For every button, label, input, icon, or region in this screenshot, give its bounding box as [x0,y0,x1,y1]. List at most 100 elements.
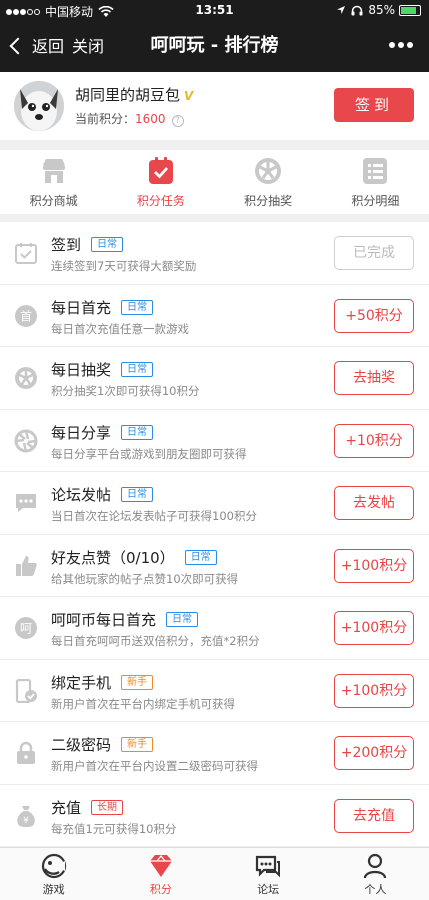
task-badge: 日常 [121,424,154,440]
battery-icon [399,4,421,16]
tab-points-store[interactable]: 积分商城 [0,150,107,214]
task-description: 每日首充呵呵币送双倍积分，充值*2积分 [51,634,260,648]
task-row-forum-post: 论坛发帖 日常 当日首次在论坛发表帖子可获得100积分 去发帖 [0,472,429,535]
task-action-button[interactable]: +200积分 [334,736,414,770]
task-badge: 日常 [184,549,217,565]
vip-badge-icon: V [184,89,194,103]
task-title-text: 签到 [51,236,82,254]
bottom-tab-forum[interactable]: 论坛 [215,848,322,900]
tab-label: 积分抽奖 [244,194,293,208]
points-label: 当前积分： [75,112,136,126]
bottom-tab-label: 论坛 [257,883,280,896]
task-clipboard-icon [148,157,173,184]
task-title: 好友点赞（0/10） 日常 [51,547,217,568]
task-title: 呵呵币每日首充 日常 [51,609,199,630]
gem-icon [149,854,172,877]
task-description: 当日首次在论坛发表帖子可获得100积分 [51,509,257,523]
store-icon [42,159,65,183]
task-title-text: 每日分享 [51,423,112,442]
task-description: 每充值1元可获得10积分 [51,821,177,836]
task-action-button[interactable]: +100积分 [334,673,414,708]
user-card: 胡同里的胡豆包 V 当前积分：1600? 签到 [0,72,429,140]
task-description: 连续签到7天可获得大额奖励 [51,259,197,273]
avatar[interactable] [14,81,64,131]
shutter-icon [14,429,38,452]
task-action-button[interactable]: +10积分 [334,423,414,458]
task-action-button[interactable]: +50积分 [334,298,414,333]
battery-percent: 85% [368,3,395,17]
task-description: 每日分享平台或游戏到朋友圈即可获得 [51,446,247,461]
task-badge: 日常 [121,487,154,502]
task-title: 签到 日常 [51,234,124,255]
task-title-text: 二级密码 [51,736,112,754]
task-description: 新用户首次在平台内绑定手机可获得 [51,696,235,711]
user-name: 胡同里的胡豆包 V [75,84,193,105]
task-action-button[interactable]: 已完成 [334,236,414,270]
task-row-second-password: 二级密码 新手 新用户首次在平台内设置二级密码可获得 +200积分 [0,722,429,785]
task-badge: 日常 [121,362,154,377]
task-action-button[interactable]: +100积分 [334,548,414,583]
wheel-icon [15,367,37,389]
task-description: 新用户首次在平台内设置二级密码可获得 [51,759,258,773]
task-title: 绑定手机 新手 [51,672,154,693]
task-action-button[interactable]: 去抽奖 [334,361,414,395]
hehe-coin-icon: 呵 [15,617,37,639]
bottom-tab-points[interactable]: 积分 [107,848,214,900]
calendar-check-icon [15,243,37,264]
task-row-friend-like: 好友点赞（0/10） 日常 给其他玩家的帖子点赞10次即可获得 +100积分 [0,535,429,597]
sign-in-button[interactable]: 签到 [334,88,414,122]
task-badge: 日常 [166,612,199,627]
task-row-bind-phone: 绑定手机 新手 新用户首次在平台内绑定手机可获得 +100积分 [0,660,429,722]
task-action-button[interactable]: 去发帖 [334,486,414,520]
task-description: 积分抽奖1次即可获得10积分 [51,384,200,398]
svg-text:¥: ¥ [23,816,29,826]
task-description: 给其他玩家的帖子点赞10次即可获得 [51,571,239,586]
task-badge: 长期 [91,799,124,815]
more-options-icon[interactable] [386,42,413,48]
nav-bar: 返回 关闭 呵呵玩 - 排行榜 [0,20,429,72]
dog-avatar-icon [14,81,64,131]
task-row-hehe-coin-recharge: 呵 呵呵币每日首充 日常 每日首充呵呵币送双倍积分，充值*2积分 +100积分 [0,597,429,660]
bottom-tab-label: 积分 [149,883,172,896]
task-row-daily-share: 每日分享 日常 每日分享平台或游戏到朋友圈即可获得 +10积分 [0,410,429,472]
task-title-text: 充值 [51,798,82,817]
task-title-text: 每日首充 [51,298,112,317]
bottom-tab-profile[interactable]: 个人 [322,848,429,900]
tab-points-details[interactable]: 积分明细 [322,150,429,214]
status-bar: 中国移动 13:51 85% [0,0,429,20]
list-detail-icon [363,158,388,184]
first-recharge-icon: 首 [15,304,37,327]
task-title: 每日抽奖 日常 [51,359,154,380]
tab-points-tasks[interactable]: 积分任务 [107,150,214,214]
first-glyph: 首 [20,309,32,323]
category-tabs: 积分商城 积分任务 积分抽奖 积分明细 [0,150,429,214]
task-badge: 新手 [121,674,154,690]
bottom-tab-label: 游戏 [42,883,65,896]
tab-label: 积分任务 [136,194,185,208]
money-bag-icon: ¥ [17,805,35,827]
location-arrow-icon [337,6,346,14]
task-title: 论坛发帖 日常 [51,484,154,505]
task-badge: 日常 [121,299,154,315]
task-action-button[interactable]: +100积分 [334,611,414,645]
task-title: 每日分享 日常 [51,422,154,443]
forum-icon [256,855,281,878]
chat-bubble-icon [16,494,36,512]
lock-icon [17,741,35,764]
tab-points-lottery[interactable]: 积分抽奖 [215,150,322,214]
bottom-tab-games[interactable]: 游戏 [0,848,107,900]
user-name-text: 胡同里的胡豆包 [75,86,181,104]
tab-label: 积分明细 [351,194,400,208]
task-row-first-recharge: 首 每日首充 日常 每日首次充值任意一款游戏 +50积分 [0,285,429,347]
task-title: 每日首充 日常 [51,297,154,318]
person-icon [364,853,387,879]
task-badge: 新手 [121,737,154,752]
help-icon[interactable]: ? [171,115,184,127]
task-badge: 日常 [91,237,124,252]
task-row-sign-in: 签到 日常 连续签到7天可获得大额奖励 已完成 [0,222,429,285]
task-title-text: 呵呵币每日首充 [51,611,157,629]
task-action-button[interactable]: 去充值 [334,798,414,833]
task-title-text: 绑定手机 [51,673,112,692]
task-title-text: 好友点赞（0/10） [51,548,175,567]
phone-check-icon [15,678,37,703]
